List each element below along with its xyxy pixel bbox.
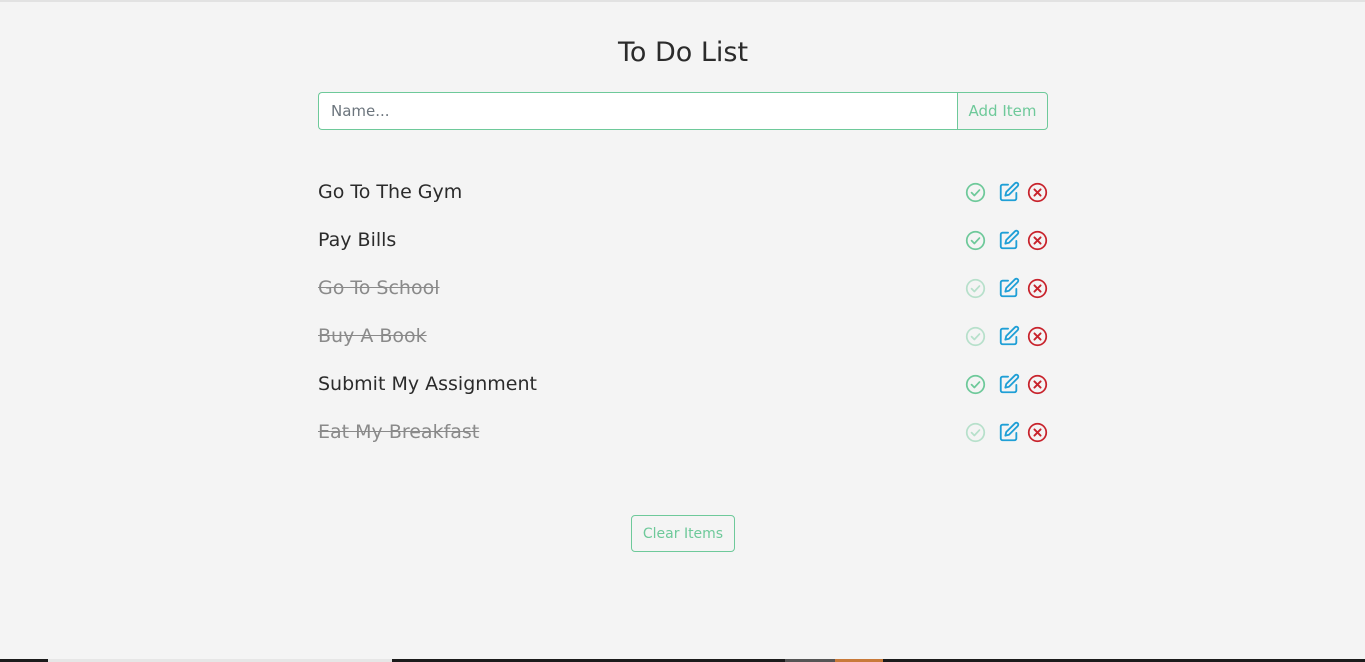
edit-icon[interactable] xyxy=(998,373,1020,395)
check-circle-icon[interactable] xyxy=(964,373,986,395)
add-item-button[interactable]: Add Item xyxy=(957,92,1048,130)
top-border xyxy=(0,0,1365,2)
check-circle-icon[interactable] xyxy=(964,277,986,299)
item-label: Pay Bills xyxy=(318,229,397,251)
close-circle-icon[interactable] xyxy=(1026,181,1048,203)
list-item: Pay Bills xyxy=(318,216,1048,264)
list-item: Buy A Book xyxy=(318,312,1048,360)
item-label: Go To The Gym xyxy=(318,181,463,203)
item-label: Eat My Breakfast xyxy=(318,421,480,443)
item-actions xyxy=(964,181,1048,203)
item-label: Submit My Assignment xyxy=(318,373,537,395)
close-circle-icon[interactable] xyxy=(1026,277,1048,299)
list-item: Eat My Breakfast xyxy=(318,408,1048,456)
item-label: Buy A Book xyxy=(318,325,427,347)
edit-icon[interactable] xyxy=(998,421,1020,443)
check-circle-icon[interactable] xyxy=(964,421,986,443)
list-item: Go To The Gym xyxy=(318,168,1048,216)
item-name-input[interactable] xyxy=(318,92,957,130)
check-circle-icon[interactable] xyxy=(964,325,986,347)
item-label: Go To School xyxy=(318,277,440,299)
close-circle-icon[interactable] xyxy=(1026,373,1048,395)
close-circle-icon[interactable] xyxy=(1026,421,1048,443)
check-circle-icon[interactable] xyxy=(964,181,986,203)
add-item-form: Add Item xyxy=(318,92,1048,130)
close-circle-icon[interactable] xyxy=(1026,229,1048,251)
edit-icon[interactable] xyxy=(998,181,1020,203)
page-title: To Do List xyxy=(617,37,749,68)
item-actions xyxy=(964,229,1048,251)
list-item: Go To School xyxy=(318,264,1048,312)
item-actions xyxy=(964,373,1048,395)
todo-list: Go To The Gym Pay Bills Go To School Buy… xyxy=(318,168,1048,456)
item-actions xyxy=(964,325,1048,347)
edit-icon[interactable] xyxy=(998,277,1020,299)
edit-icon[interactable] xyxy=(998,325,1020,347)
close-circle-icon[interactable] xyxy=(1026,325,1048,347)
clear-items-button[interactable]: Clear Items xyxy=(631,515,735,552)
item-actions xyxy=(964,421,1048,443)
item-actions xyxy=(964,277,1048,299)
check-circle-icon[interactable] xyxy=(964,229,986,251)
list-item: Submit My Assignment xyxy=(318,360,1048,408)
edit-icon[interactable] xyxy=(998,229,1020,251)
